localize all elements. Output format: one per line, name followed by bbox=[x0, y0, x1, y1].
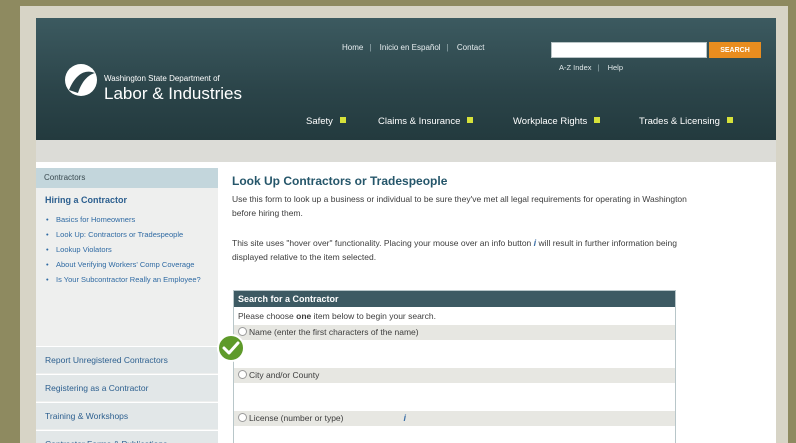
radio-license[interactable] bbox=[238, 413, 247, 422]
info-icon[interactable]: i bbox=[404, 411, 407, 426]
instr-bold: one bbox=[296, 311, 312, 321]
radio-city-county[interactable] bbox=[238, 370, 247, 379]
hover-note-a: This site uses "hover over" functionalit… bbox=[232, 238, 532, 248]
site-search-input[interactable] bbox=[551, 42, 707, 58]
option-spacer bbox=[234, 383, 675, 411]
org-name-large: Labor & Industries bbox=[104, 84, 242, 103]
sidebar-item-subcontractor[interactable]: Is Your Subcontractor Really an Employee… bbox=[46, 274, 212, 285]
az-index-link[interactable]: A-Z Index bbox=[559, 63, 592, 72]
contact-link[interactable]: Contact bbox=[457, 43, 485, 52]
option-city-county[interactable]: City and/or County bbox=[234, 368, 675, 383]
sidebar-item-workers-comp[interactable]: About Verifying Workers' Comp Coverage bbox=[46, 259, 212, 270]
help-link[interactable]: Help bbox=[608, 63, 623, 72]
sidebar-section-forms[interactable]: Contractor Forms & Publications bbox=[36, 430, 218, 443]
web-page: Washington State Department of Labor & I… bbox=[36, 18, 776, 443]
sidebar: Contractors Hiring a Contractor Basics f… bbox=[36, 168, 218, 443]
nav-bullet-icon bbox=[726, 117, 733, 123]
main-nav: Safety Claims & Insurance Workplace Righ… bbox=[36, 116, 776, 132]
nav-bullet-icon bbox=[467, 117, 474, 123]
nav-claims-insurance[interactable]: Claims & Insurance bbox=[378, 116, 474, 127]
instr-pre: Please choose bbox=[238, 311, 297, 321]
sidebar-section-report[interactable]: Report Unregistered Contractors bbox=[36, 346, 218, 373]
header-stripe bbox=[36, 140, 776, 162]
option-name[interactable]: Name (enter the first characters of the … bbox=[234, 325, 675, 340]
window-frame: Washington State Department of Labor & I… bbox=[20, 6, 788, 443]
sidebar-item-lookup-contractors[interactable]: Look Up: Contractors or Tradespeople bbox=[46, 229, 212, 240]
org-name-small: Washington State Department of bbox=[104, 74, 220, 83]
instr-post: item below to begin your search. bbox=[311, 311, 436, 321]
lni-logo-icon bbox=[65, 64, 97, 96]
intro-text: Use this form to look up a business or i… bbox=[232, 194, 687, 218]
site-header: Washington State Department of Labor & I… bbox=[36, 18, 776, 140]
top-links: Home | Inicio en Español | Contact bbox=[342, 43, 485, 52]
nav-claims-label: Claims & Insurance bbox=[378, 116, 461, 127]
option-name-label: Name (enter the first characters of the … bbox=[249, 327, 419, 337]
hover-note: This site uses "hover over" functionalit… bbox=[232, 236, 692, 264]
checkmark-badge-icon bbox=[217, 334, 245, 362]
site-search-button[interactable]: SEARCH bbox=[709, 42, 761, 58]
nav-bullet-icon bbox=[339, 117, 346, 123]
search-form-title: Search for a Contractor bbox=[234, 291, 675, 307]
sidebar-header[interactable]: Contractors bbox=[36, 168, 218, 188]
option-license[interactable]: License (number or type) i bbox=[234, 411, 675, 426]
search-instructions: Please choose one item below to begin yo… bbox=[234, 307, 675, 325]
nav-trades-label: Trades & Licensing bbox=[639, 116, 720, 127]
nav-workplace-label: Workplace Rights bbox=[513, 116, 588, 127]
page-title: Look Up Contractors or Tradespeople bbox=[232, 174, 448, 188]
nav-safety[interactable]: Safety bbox=[306, 116, 346, 127]
sidebar-item-basics[interactable]: Basics for Homeowners bbox=[46, 214, 212, 225]
sidebar-section-training[interactable]: Training & Workshops bbox=[36, 402, 218, 429]
sidebar-list: Basics for Homeowners Look Up: Contracto… bbox=[46, 214, 212, 289]
sidebar-item-lookup-violators[interactable]: Lookup Violators bbox=[46, 244, 212, 255]
nav-bullet-icon bbox=[594, 117, 601, 123]
utility-links: A-Z Index | Help bbox=[559, 63, 623, 72]
option-license-label: License (number or type) bbox=[249, 413, 344, 423]
sidebar-section-registering[interactable]: Registering as a Contractor bbox=[36, 374, 218, 401]
info-icon[interactable]: i bbox=[534, 236, 537, 250]
nav-safety-label: Safety bbox=[306, 116, 333, 127]
nav-trades-licensing[interactable]: Trades & Licensing bbox=[639, 116, 733, 127]
contractor-search-form: Search for a Contractor Please choose on… bbox=[233, 290, 676, 443]
option-spacer bbox=[234, 340, 675, 368]
sidebar-title[interactable]: Hiring a Contractor bbox=[45, 195, 127, 205]
option-city-label: City and/or County bbox=[249, 370, 320, 380]
nav-workplace-rights[interactable]: Workplace Rights bbox=[513, 116, 601, 127]
espanol-link[interactable]: Inicio en Español bbox=[380, 43, 441, 52]
home-link[interactable]: Home bbox=[342, 43, 363, 52]
